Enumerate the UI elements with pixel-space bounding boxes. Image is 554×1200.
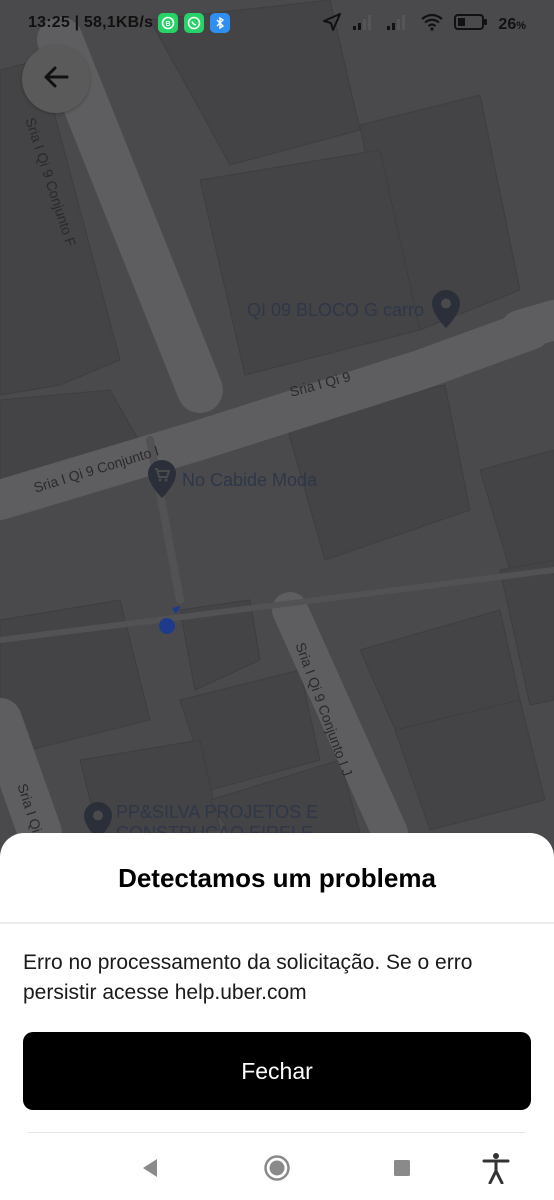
current-location-icon — [156, 604, 184, 641]
sheet-title: Detectamos um problema — [118, 863, 436, 893]
arrow-left-icon — [41, 62, 71, 97]
status-bar: 13:25 | 58,1KB/s B 26% — [0, 0, 554, 48]
signal-icon — [386, 13, 410, 36]
signal-icon — [352, 13, 376, 36]
battery-percentage: 26% — [498, 16, 526, 34]
map-pin-icon[interactable] — [432, 290, 460, 333]
wifi-icon — [420, 13, 444, 36]
whatsapp-icon — [184, 13, 204, 33]
status-time-speed: 13:25 | 58,1KB/s — [28, 14, 154, 31]
svg-text:B: B — [165, 21, 170, 28]
shopping-cart-pin-icon[interactable] — [148, 460, 176, 503]
error-message: Erro no processamento da solicitação. Se… — [23, 951, 473, 1004]
whatsapp-business-icon: B — [158, 13, 178, 33]
poi-label-no-cabide-moda[interactable]: No Cabide Moda — [182, 470, 317, 491]
accessibility-icon[interactable] — [480, 1152, 512, 1184]
poi-label-pp-silva[interactable]: PP&SILVA PROJETOS E — [116, 802, 318, 823]
back-button[interactable] — [22, 45, 90, 113]
close-button[interactable]: Fechar — [23, 1032, 531, 1110]
sheet-divider — [0, 922, 554, 924]
poi-label-qi-09-bloco-g[interactable]: QI 09 BLOCO G carro — [247, 300, 424, 321]
bluetooth-transfer-icon — [210, 13, 230, 33]
battery-value: 26 — [498, 15, 517, 33]
nav-divider — [28, 1132, 526, 1133]
battery-unit: % — [516, 19, 526, 32]
recents-square-icon[interactable] — [386, 1152, 418, 1184]
location-arrow-icon — [322, 12, 342, 37]
battery-icon — [454, 13, 488, 36]
back-triangle-icon[interactable] — [134, 1152, 166, 1184]
home-circle-icon[interactable] — [261, 1152, 293, 1184]
system-nav-bar — [0, 1138, 554, 1200]
